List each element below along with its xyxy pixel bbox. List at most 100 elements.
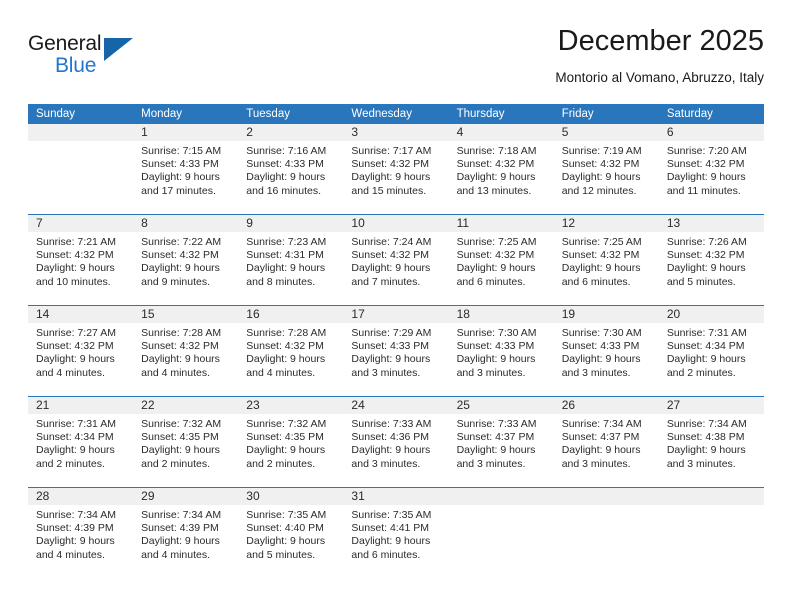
- calendar-cell: 20 Sunrise: 7:31 AM Sunset: 4:34 PM Dayligh…: [658, 305, 764, 397]
- day-cell[interactable]: 18 Sunrise: 7:30 AM Sunset: 4:33 PM Dayligh…: [448, 306, 554, 396]
- day-cell-empty: [28, 124, 134, 214]
- calendar-week-row: 1 Sunrise: 7:15 AM Sunset: 4:33 PM Daylight…: [28, 124, 764, 215]
- day-cell[interactable]: 13 Sunrise: 7:26 AM Sunset: 4:32 PM Dayligh…: [658, 215, 764, 305]
- day-cell[interactable]: 3 Sunrise: 7:17 AM Sunset: 4:32 PM Daylight…: [343, 124, 449, 214]
- day-number: 4: [448, 124, 554, 141]
- day-cell[interactable]: 11 Sunrise: 7:25 AM Sunset: 4:32 PM Dayligh…: [448, 215, 554, 305]
- day-cell[interactable]: 14 Sunrise: 7:27 AM Sunset: 4:32 PM Dayligh…: [28, 306, 134, 396]
- day-detail-line: and 2 minutes.: [36, 457, 105, 470]
- day-detail-line: Daylight: 9 hours: [666, 171, 746, 184]
- day-cell[interactable]: 5 Sunrise: 7:19 AM Sunset: 4:32 PM Daylight…: [553, 124, 659, 214]
- day-detail-line: and 4 minutes.: [141, 548, 211, 561]
- calendar-cell: 1 Sunrise: 7:15 AM Sunset: 4:33 PM Daylight…: [133, 124, 239, 215]
- calendar-cell: 26 Sunrise: 7:34 AM Sunset: 4:37 PM Dayligh…: [553, 396, 659, 488]
- calendar-cell: 14 Sunrise: 7:27 AM Sunset: 4:32 PM Dayligh…: [28, 305, 134, 397]
- day-cell[interactable]: 20 Sunrise: 7:31 AM Sunset: 4:34 PM Dayligh…: [658, 306, 764, 396]
- day-detail-line: Daylight: 9 hours: [351, 262, 431, 275]
- day-detail-line: Sunset: 4:34 PM: [666, 340, 745, 353]
- day-cell[interactable]: 17 Sunrise: 7:29 AM Sunset: 4:33 PM Dayligh…: [343, 306, 449, 396]
- day-number: 30: [238, 488, 344, 505]
- calendar-cell: 4 Sunrise: 7:18 AM Sunset: 4:32 PM Daylight…: [448, 124, 554, 215]
- day-cell[interactable]: 8 Sunrise: 7:22 AM Sunset: 4:32 PM Daylight…: [133, 215, 239, 305]
- day-cell[interactable]: 21 Sunrise: 7:31 AM Sunset: 4:34 PM Dayligh…: [28, 397, 134, 487]
- day-detail-line: Sunset: 4:32 PM: [141, 340, 219, 353]
- day-cell[interactable]: 23 Sunrise: 7:32 AM Sunset: 4:35 PM Dayligh…: [238, 397, 344, 487]
- day-number: 5: [553, 124, 659, 141]
- day-detail-line: Daylight: 9 hours: [561, 171, 641, 184]
- day-cell[interactable]: 27 Sunrise: 7:34 AM Sunset: 4:38 PM Dayligh…: [658, 397, 764, 487]
- day-detail-line: Sunrise: 7:32 AM: [141, 418, 222, 430]
- day-detail-line: Sunrise: 7:24 AM: [351, 236, 432, 248]
- day-number: 3: [343, 124, 449, 141]
- day-details: Sunrise: 7:17 AM Sunset: 4:32 PM Daylight:…: [343, 141, 448, 198]
- calendar-cell: 16 Sunrise: 7:28 AM Sunset: 4:32 PM Dayligh…: [238, 305, 344, 397]
- day-cell[interactable]: 22 Sunrise: 7:32 AM Sunset: 4:35 PM Dayligh…: [133, 397, 239, 487]
- day-cell[interactable]: 7 Sunrise: 7:21 AM Sunset: 4:32 PM Daylight…: [28, 215, 134, 305]
- day-number: 13: [658, 215, 764, 232]
- calendar-cell: 13 Sunrise: 7:26 AM Sunset: 4:32 PM Dayligh…: [658, 214, 764, 306]
- calendar-cell: 19 Sunrise: 7:30 AM Sunset: 4:33 PM Dayligh…: [553, 305, 659, 397]
- day-number: 7: [28, 215, 134, 232]
- day-detail-line: Daylight: 9 hours: [561, 262, 641, 275]
- calendar-cell: 9 Sunrise: 7:23 AM Sunset: 4:31 PM Daylight…: [238, 214, 344, 306]
- day-detail-line: and 13 minutes.: [456, 184, 532, 197]
- day-detail-line: Sunset: 4:34 PM: [36, 431, 114, 444]
- day-details: Sunrise: 7:32 AM Sunset: 4:35 PM Daylight:…: [238, 414, 343, 471]
- day-cell[interactable]: 4 Sunrise: 7:18 AM Sunset: 4:32 PM Daylight…: [448, 124, 554, 214]
- day-cell[interactable]: 6 Sunrise: 7:20 AM Sunset: 4:32 PM Daylight…: [658, 124, 764, 214]
- day-details: Sunrise: 7:24 AM Sunset: 4:32 PM Daylight:…: [343, 232, 448, 289]
- day-detail-line: and 6 minutes.: [561, 275, 631, 288]
- day-detail-line: Sunset: 4:32 PM: [666, 249, 745, 262]
- day-detail-line: Daylight: 9 hours: [666, 444, 746, 457]
- day-details: Sunrise: 7:34 AM Sunset: 4:39 PM Daylight:…: [28, 505, 133, 562]
- day-detail-line: Sunset: 4:33 PM: [141, 158, 219, 171]
- day-cell[interactable]: 19 Sunrise: 7:30 AM Sunset: 4:33 PM Dayligh…: [553, 306, 659, 396]
- day-cell[interactable]: 16 Sunrise: 7:28 AM Sunset: 4:32 PM Dayligh…: [238, 306, 344, 396]
- day-detail-line: Sunrise: 7:16 AM: [246, 145, 327, 157]
- day-details: Sunrise: 7:28 AM Sunset: 4:32 PM Daylight:…: [238, 323, 343, 380]
- brand-name-blue: Blue: [55, 54, 97, 77]
- day-cell[interactable]: 25 Sunrise: 7:33 AM Sunset: 4:37 PM Dayligh…: [448, 397, 554, 487]
- day-detail-line: Daylight: 9 hours: [36, 444, 115, 457]
- calendar-cell: 24 Sunrise: 7:33 AM Sunset: 4:36 PM Dayligh…: [343, 396, 449, 488]
- day-detail-line: Sunset: 4:35 PM: [141, 431, 219, 444]
- day-detail-line: Sunset: 4:32 PM: [36, 340, 114, 353]
- day-detail-line: Daylight: 9 hours: [36, 353, 115, 366]
- day-detail-line: Sunset: 4:32 PM: [561, 158, 640, 171]
- day-detail-line: Sunrise: 7:15 AM: [141, 145, 222, 157]
- day-cell[interactable]: 28 Sunrise: 7:34 AM Sunset: 4:39 PM Dayligh…: [28, 488, 134, 578]
- calendar-body: 1 Sunrise: 7:15 AM Sunset: 4:33 PM Daylight…: [28, 124, 764, 578]
- generalblue-logo[interactable]: General Blue: [28, 32, 148, 84]
- calendar-cell: 29 Sunrise: 7:34 AM Sunset: 4:39 PM Dayligh…: [133, 487, 239, 578]
- day-details: Sunrise: 7:19 AM Sunset: 4:32 PM Daylight:…: [554, 141, 659, 198]
- day-cell[interactable]: 26 Sunrise: 7:34 AM Sunset: 4:37 PM Dayligh…: [553, 397, 659, 487]
- day-cell[interactable]: 9 Sunrise: 7:23 AM Sunset: 4:31 PM Daylight…: [238, 215, 344, 305]
- day-cell[interactable]: 10 Sunrise: 7:24 AM Sunset: 4:32 PM Dayligh…: [343, 215, 449, 305]
- calendar-cell: 10 Sunrise: 7:24 AM Sunset: 4:32 PM Dayligh…: [343, 214, 449, 306]
- day-detail-line: Sunrise: 7:31 AM: [666, 327, 747, 339]
- day-detail-line: Daylight: 9 hours: [36, 262, 115, 275]
- day-cell[interactable]: 31 Sunrise: 7:35 AM Sunset: 4:41 PM Dayligh…: [343, 488, 449, 578]
- day-detail-line: and 3 minutes.: [456, 366, 526, 379]
- day-cell[interactable]: 1 Sunrise: 7:15 AM Sunset: 4:33 PM Daylight…: [133, 124, 239, 214]
- day-detail-line: Sunset: 4:37 PM: [561, 431, 640, 444]
- day-detail-line: Sunset: 4:33 PM: [561, 340, 640, 353]
- day-detail-line: and 7 minutes.: [351, 275, 421, 288]
- day-cell[interactable]: 15 Sunrise: 7:28 AM Sunset: 4:32 PM Dayligh…: [133, 306, 239, 396]
- day-cell[interactable]: 29 Sunrise: 7:34 AM Sunset: 4:39 PM Dayligh…: [133, 488, 239, 578]
- day-detail-line: Sunrise: 7:34 AM: [141, 509, 222, 521]
- day-detail-line: Sunrise: 7:19 AM: [561, 145, 642, 157]
- day-cell[interactable]: 2 Sunrise: 7:16 AM Sunset: 4:33 PM Daylight…: [238, 124, 344, 214]
- day-detail-line: Daylight: 9 hours: [351, 171, 431, 184]
- day-cell[interactable]: 24 Sunrise: 7:33 AM Sunset: 4:36 PM Dayligh…: [343, 397, 449, 487]
- day-cell[interactable]: 12 Sunrise: 7:25 AM Sunset: 4:32 PM Dayligh…: [553, 215, 659, 305]
- day-detail-line: Sunrise: 7:34 AM: [36, 509, 116, 521]
- day-cell-empty: [448, 488, 554, 578]
- day-cell[interactable]: 30 Sunrise: 7:35 AM Sunset: 4:40 PM Dayligh…: [238, 488, 344, 578]
- day-detail-line: Daylight: 9 hours: [456, 444, 536, 457]
- day-detail-line: Sunrise: 7:25 AM: [456, 236, 537, 248]
- day-detail-line: Daylight: 9 hours: [246, 535, 326, 548]
- day-number: 26: [553, 397, 659, 414]
- day-detail-line: and 16 minutes.: [246, 184, 321, 197]
- day-detail-line: Sunrise: 7:32 AM: [246, 418, 327, 430]
